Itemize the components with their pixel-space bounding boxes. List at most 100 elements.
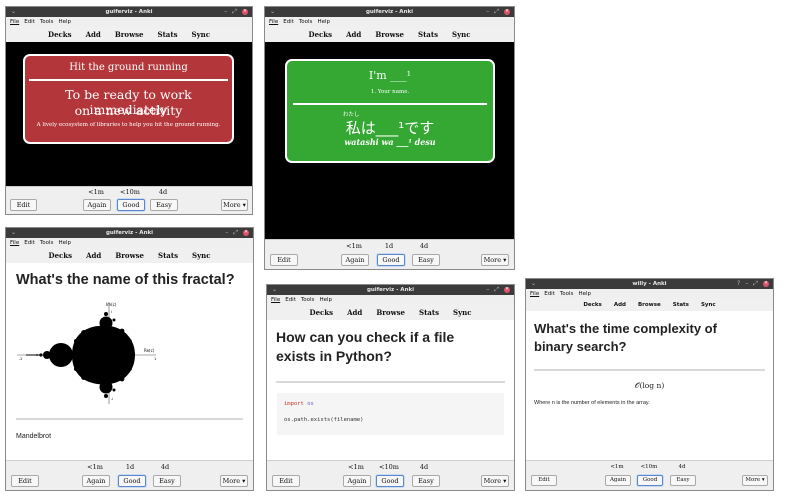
more-button[interactable]: More ▾ (481, 254, 509, 266)
menu-file[interactable]: File (10, 240, 19, 246)
menu-tools[interactable]: Tools (301, 297, 315, 303)
good-button[interactable]: Good (377, 254, 405, 266)
menu-edit[interactable]: Edit (544, 291, 555, 297)
minimize-icon[interactable]: – (225, 229, 228, 236)
easy-button[interactable]: Easy (670, 475, 696, 486)
toolbar-stats[interactable]: Stats (158, 30, 178, 39)
toolbar-sync[interactable]: Sync (453, 308, 471, 317)
easy-button[interactable]: Easy (412, 475, 440, 487)
toolbar-sync[interactable]: Sync (192, 251, 210, 260)
maximize-icon[interactable]: ⤢ (494, 8, 499, 16)
menu-edit[interactable]: Edit (285, 297, 296, 303)
window-title: guiferviz - Anki (366, 286, 415, 293)
more-button[interactable]: More ▾ (221, 199, 248, 211)
toolbar-browse[interactable]: Browse (375, 30, 404, 39)
toolbar-sync[interactable]: Sync (452, 30, 470, 39)
close-icon[interactable]: ✕ (504, 286, 510, 293)
toolbar-stats[interactable]: Stats (158, 251, 178, 260)
card-answer: Mandelbrot (16, 433, 52, 440)
menu-edit[interactable]: Edit (283, 19, 294, 25)
edit-button[interactable]: Edit (270, 254, 298, 266)
again-interval: <1m (87, 463, 103, 471)
good-button[interactable]: Good (376, 475, 404, 487)
good-button[interactable]: Good (637, 475, 663, 486)
close-icon[interactable]: ✕ (763, 280, 769, 287)
menu-edit[interactable]: Edit (24, 240, 35, 246)
again-button[interactable]: Again (343, 475, 371, 487)
menu-help[interactable]: Help (317, 19, 330, 25)
y-axis-label: Im(c) (106, 302, 117, 307)
title-bar[interactable]: ⌄ willy - Anki ? – ⤢ ✕ (526, 279, 773, 289)
minimize-icon[interactable]: – (745, 280, 748, 287)
menu-tools[interactable]: Tools (40, 240, 54, 246)
again-button[interactable]: Again (341, 254, 369, 266)
menu-file[interactable]: File (271, 297, 280, 303)
menu-tools[interactable]: Tools (560, 291, 574, 297)
maximize-icon[interactable]: ⤢ (753, 280, 758, 288)
toolbar-add[interactable]: Add (346, 30, 361, 39)
toolbar-browse[interactable]: Browse (115, 30, 144, 39)
menu-tools[interactable]: Tools (299, 19, 313, 25)
menu-help[interactable]: Help (319, 297, 332, 303)
toolbar-sync[interactable]: Sync (701, 302, 716, 308)
toolbar-decks[interactable]: Decks (583, 302, 602, 308)
anki-window-1: ⌄ guiferviz - Anki – ⤢ ✕ File Edit Tools H… (5, 6, 253, 215)
edit-button[interactable]: Edit (10, 199, 37, 211)
toolbar-decks[interactable]: Decks (49, 251, 73, 260)
review-bar: Edit <1m <10m 4d Again Good Easy More ▾ (267, 460, 514, 490)
more-button[interactable]: More ▾ (220, 475, 248, 487)
edit-button[interactable]: Edit (11, 475, 39, 487)
good-button[interactable]: Good (118, 475, 146, 487)
edit-button[interactable]: Edit (272, 475, 300, 487)
minimize-icon[interactable]: – (486, 8, 489, 15)
toolbar-browse[interactable]: Browse (638, 302, 661, 308)
maximize-icon[interactable]: ⤢ (232, 8, 237, 16)
minimize-icon[interactable]: – (224, 8, 227, 15)
again-button[interactable]: Again (605, 475, 631, 486)
easy-button[interactable]: Easy (150, 199, 178, 211)
toolbar-decks[interactable]: Decks (310, 308, 334, 317)
toolbar-sync[interactable]: Sync (192, 30, 210, 39)
menu-help[interactable]: Help (58, 19, 71, 25)
more-button[interactable]: More ▾ (742, 475, 768, 486)
card-area: What's the time complexity of binary sea… (526, 311, 773, 461)
menu-file[interactable]: File (10, 19, 19, 25)
toolbar-browse[interactable]: Browse (115, 251, 144, 260)
window-title: guiferviz - Anki (105, 8, 153, 15)
menu-tools[interactable]: Tools (40, 19, 54, 25)
review-bar: Edit <1m 1d 4d Again Good Easy More ▾ (265, 239, 514, 269)
again-button[interactable]: Again (82, 475, 110, 487)
toolbar-add[interactable]: Add (86, 30, 101, 39)
title-bar[interactable]: ⌄ guiferviz - Anki – ⤢ ✕ (6, 7, 252, 17)
close-icon[interactable]: ✕ (504, 8, 510, 15)
toolbar-add[interactable]: Add (614, 302, 626, 308)
minimize-icon[interactable]: – (486, 286, 489, 293)
maximize-icon[interactable]: ⤢ (494, 286, 499, 294)
toolbar-stats[interactable]: Stats (419, 308, 439, 317)
help-icon[interactable]: ? (737, 280, 740, 287)
toolbar-add[interactable]: Add (347, 308, 362, 317)
menu-file[interactable]: File (269, 19, 278, 25)
toolbar-decks[interactable]: Decks (48, 30, 72, 39)
easy-button[interactable]: Easy (412, 254, 440, 266)
toolbar-decks[interactable]: Decks (309, 30, 333, 39)
close-icon[interactable]: ✕ (242, 8, 248, 15)
more-button[interactable]: More ▾ (481, 475, 509, 487)
toolbar-stats[interactable]: Stats (673, 302, 689, 308)
menu-help[interactable]: Help (578, 291, 591, 297)
title-bar[interactable]: ⌄ guiferviz - Anki – ⤢ ✕ (265, 7, 514, 17)
good-button[interactable]: Good (117, 199, 145, 211)
menu-edit[interactable]: Edit (24, 19, 35, 25)
easy-button[interactable]: Easy (153, 475, 181, 487)
again-button[interactable]: Again (83, 199, 111, 211)
close-icon[interactable]: ✕ (243, 229, 249, 236)
title-bar[interactable]: ⌄ guiferviz - Anki – ⤢ ✕ (6, 228, 253, 238)
toolbar-stats[interactable]: Stats (418, 30, 438, 39)
title-bar[interactable]: ⌄ guiferviz - Anki – ⤢ ✕ (267, 285, 514, 295)
menu-help[interactable]: Help (58, 240, 71, 246)
maximize-icon[interactable]: ⤢ (233, 229, 238, 237)
toolbar-add[interactable]: Add (86, 251, 101, 260)
toolbar-browse[interactable]: Browse (376, 308, 405, 317)
menu-file[interactable]: File (530, 291, 539, 297)
edit-button[interactable]: Edit (531, 475, 557, 486)
